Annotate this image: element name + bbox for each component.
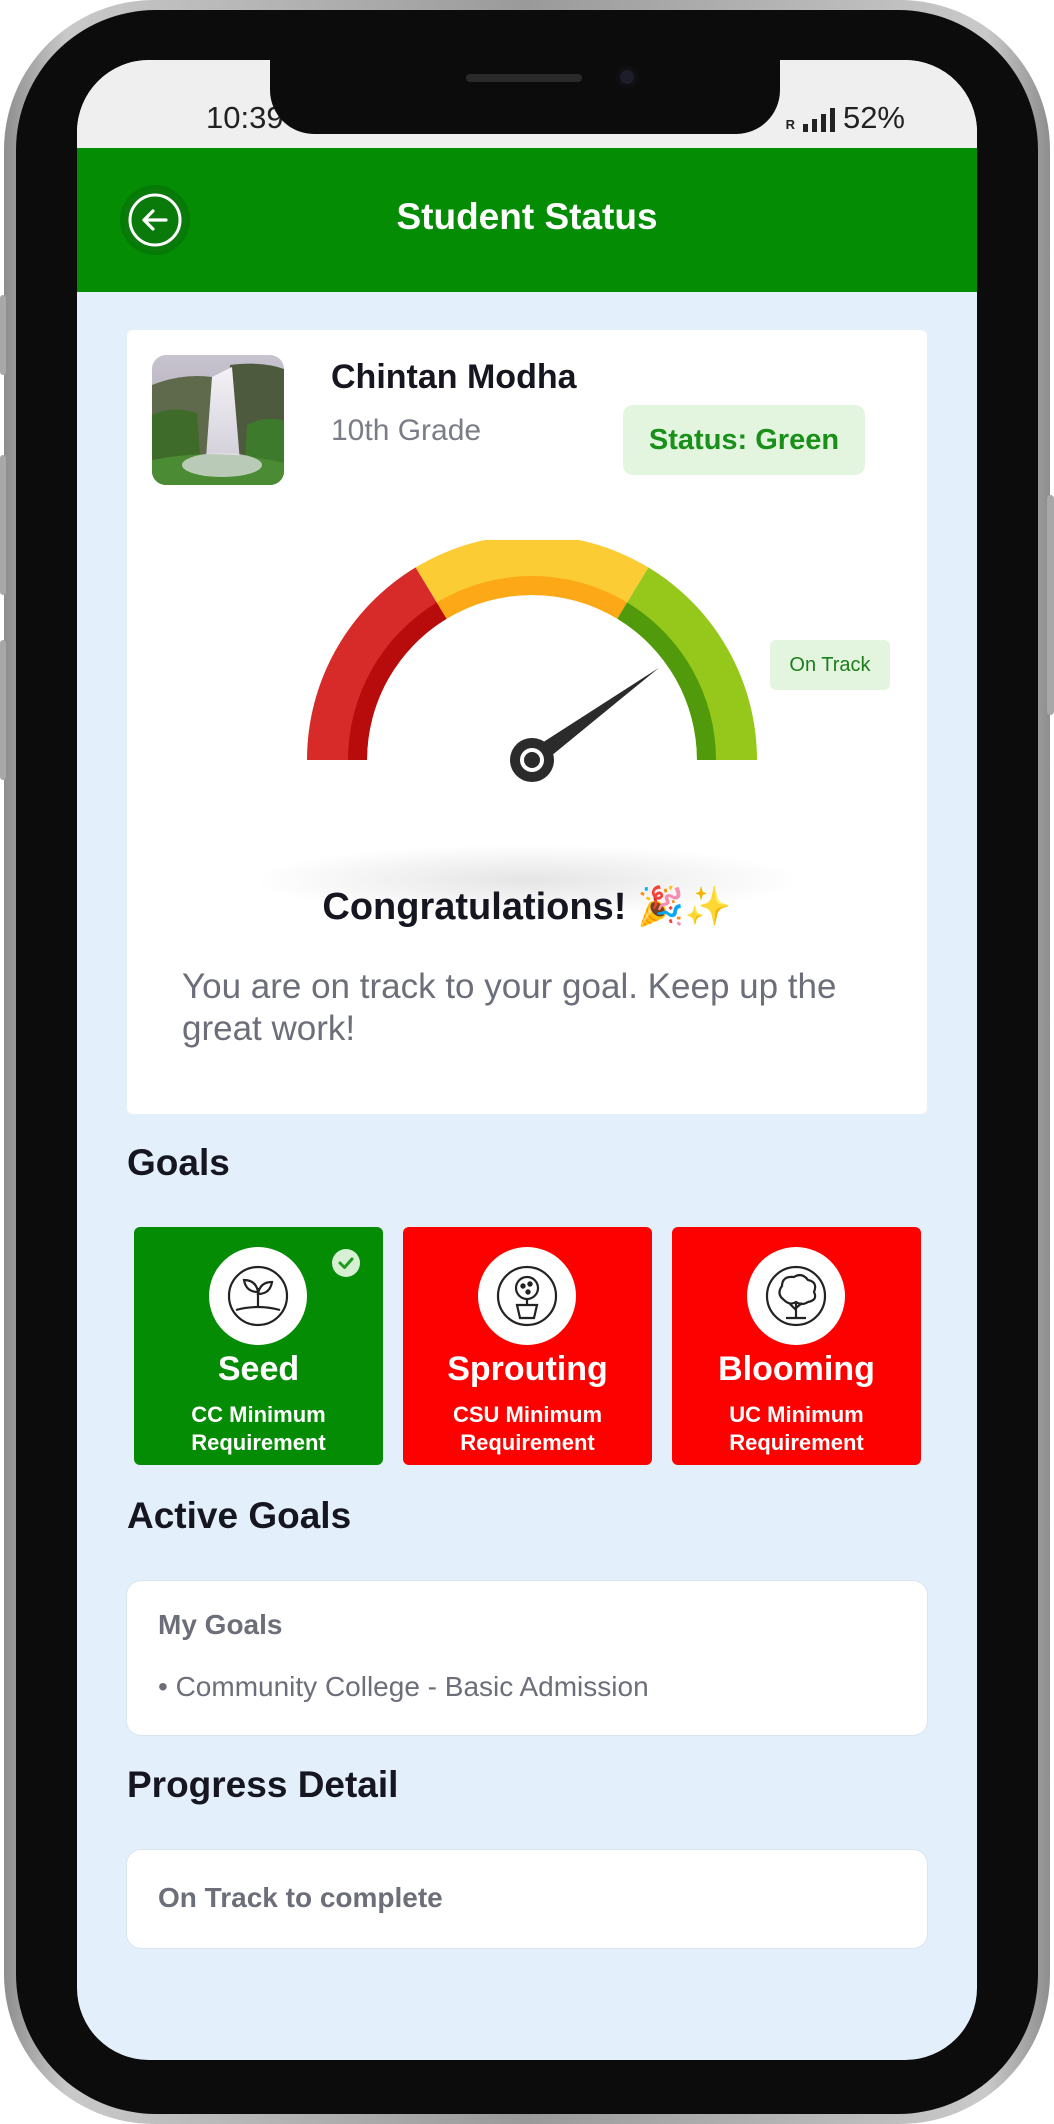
goal-requirement: CSU Minimum Requirement — [452, 1402, 603, 1455]
status-indicators: R 52% — [786, 100, 905, 136]
progress-detail-heading: Progress Detail — [127, 1764, 399, 1805]
check-icon — [332, 1249, 360, 1277]
gauge-hub-center — [524, 752, 540, 768]
on-track-badge: On Track — [770, 640, 890, 690]
potted-plant-icon — [478, 1247, 576, 1345]
student-grade: 10th Grade — [331, 414, 482, 447]
student-avatar[interactable] — [152, 355, 284, 485]
goal-name: Blooming — [718, 1350, 875, 1388]
front-camera — [616, 66, 638, 88]
volume-down-button — [0, 640, 6, 780]
goal-tile-sprouting[interactable]: Sprouting CSU Minimum Requirement — [403, 1227, 652, 1465]
signal-icon — [802, 108, 835, 132]
student-status-card: Chintan Modha 10th Grade Status: Green O… — [127, 330, 927, 1114]
seedling-icon — [209, 1247, 307, 1345]
tree-icon — [747, 1247, 845, 1345]
student-name: Chintan Modha — [331, 358, 577, 396]
progress-detail-card[interactable]: On Track to complete — [127, 1850, 927, 1948]
goal-requirement: CC Minimum Requirement — [191, 1402, 326, 1455]
progress-detail-text: On Track to complete — [158, 1882, 443, 1913]
app-header: Student Status — [77, 148, 977, 292]
app-screen: 10:39 R 52% Student Status Chintan Modha… — [77, 60, 977, 2060]
my-goals-label: My Goals — [158, 1609, 283, 1640]
power-button — [1047, 495, 1054, 715]
goal-name: Seed — [217, 1350, 300, 1388]
network-type-label: R — [785, 117, 795, 132]
congratulations-message: You are on track to your goal. Keep up t… — [182, 967, 837, 1048]
goal-name: Sprouting — [447, 1350, 608, 1388]
progress-gauge — [307, 540, 757, 782]
volume-up-button — [0, 455, 6, 595]
my-goals-card[interactable]: My Goals • Community College - Basic Adm… — [127, 1581, 927, 1735]
battery-level: 52% — [842, 100, 905, 135]
active-goal-item: • Community College - Basic Admission — [158, 1671, 649, 1702]
goals-heading: Goals — [127, 1142, 230, 1183]
earpiece-speaker — [466, 74, 582, 82]
notch — [270, 60, 780, 134]
goal-requirement: UC Minimum Requirement — [729, 1402, 864, 1455]
goal-tile-blooming[interactable]: Blooming UC Minimum Requirement — [672, 1227, 921, 1465]
waterfall-image — [152, 355, 284, 485]
status-bar: 10:39 R 52% — [77, 60, 977, 148]
congratulations-heading: Congratulations! 🎉✨ — [322, 886, 732, 928]
page-title: Student Status — [396, 196, 658, 237]
mute-switch — [0, 295, 6, 375]
active-goals-heading: Active Goals — [127, 1495, 352, 1536]
status-badge: Status: Green — [623, 405, 865, 475]
goal-tile-seed[interactable]: Seed CC Minimum Requirement — [134, 1227, 383, 1465]
